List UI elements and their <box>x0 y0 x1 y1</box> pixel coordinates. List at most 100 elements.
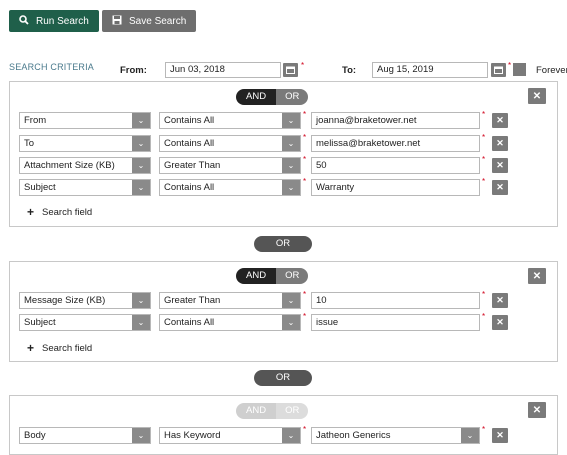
field-select[interactable]: To ⌄ <box>19 135 151 152</box>
close-icon[interactable]: ✕ <box>528 268 546 284</box>
field-select[interactable]: Message Size (KB) ⌄ <box>19 292 151 309</box>
run-search-label: Run Search <box>36 15 89 27</box>
from-date-label: From: <box>120 65 147 76</box>
operator-select[interactable]: Contains All ⌄ <box>159 314 301 331</box>
save-search-label: Save Search <box>129 15 187 27</box>
required-marker: * <box>301 61 305 70</box>
value-input-text: melissa@braketower.net <box>316 138 421 149</box>
or-connector[interactable]: OR <box>254 236 312 252</box>
required-marker: * <box>482 290 486 299</box>
chevron-down-icon: ⌄ <box>282 158 300 173</box>
add-search-field-button[interactable]: + Search field <box>27 341 92 355</box>
field-select[interactable]: Subject ⌄ <box>19 314 151 331</box>
to-date-label: To: <box>342 65 357 76</box>
operator-select[interactable]: Contains All ⌄ <box>159 179 301 196</box>
field-select-value: Attachment Size (KB) <box>24 160 115 171</box>
value-select[interactable]: Jatheon Generics ⌄ <box>311 427 480 444</box>
close-icon[interactable]: ✕ <box>492 180 508 195</box>
value-input[interactable]: joanna@braketower.net <box>311 112 480 129</box>
plus-icon: + <box>27 205 35 219</box>
operator-select[interactable]: Greater Than ⌄ <box>159 157 301 174</box>
to-date-input[interactable]: Aug 15, 2019 <box>372 62 488 78</box>
value-input-text: 50 <box>316 160 327 171</box>
forever-checkbox[interactable] <box>513 63 526 76</box>
required-marker: * <box>482 110 486 119</box>
field-select[interactable]: From ⌄ <box>19 112 151 129</box>
required-marker: * <box>303 290 307 299</box>
or-connector[interactable]: OR <box>254 370 312 386</box>
close-icon[interactable]: ✕ <box>492 136 508 151</box>
and-or-toggle[interactable]: AND OR <box>236 268 309 284</box>
operator-select[interactable]: Has Keyword ⌄ <box>159 427 301 444</box>
search-icon <box>19 14 29 28</box>
calendar-icon[interactable] <box>283 63 298 77</box>
operator-select-value: Has Keyword <box>164 430 221 441</box>
forever-label: Forever <box>536 65 567 76</box>
chevron-down-icon: ⌄ <box>132 293 150 308</box>
field-select-value: From <box>24 115 47 126</box>
value-input[interactable]: issue <box>311 314 480 331</box>
chevron-down-icon: ⌄ <box>282 113 300 128</box>
required-marker: * <box>482 133 486 142</box>
operator-select[interactable]: Contains All ⌄ <box>159 112 301 129</box>
add-search-field-button[interactable]: + Search field <box>27 205 92 219</box>
and-or-toggle[interactable]: AND OR <box>236 403 309 419</box>
and-or-toggle[interactable]: AND OR <box>236 89 309 105</box>
close-icon[interactable]: ✕ <box>528 402 546 418</box>
required-marker: * <box>482 425 486 434</box>
field-select-value: To <box>24 138 35 149</box>
close-icon[interactable]: ✕ <box>492 315 508 330</box>
value-input[interactable]: melissa@braketower.net <box>311 135 480 152</box>
save-icon <box>112 15 122 28</box>
save-search-button[interactable]: Save Search <box>102 10 197 32</box>
run-search-button[interactable]: Run Search <box>9 10 99 32</box>
required-marker: * <box>303 110 307 119</box>
close-icon[interactable]: ✕ <box>492 158 508 173</box>
close-icon[interactable]: ✕ <box>528 88 546 104</box>
and-option[interactable]: AND <box>236 89 277 105</box>
chevron-down-icon: ⌄ <box>132 315 150 330</box>
plus-icon: + <box>27 341 35 355</box>
chevron-down-icon: ⌄ <box>282 136 300 151</box>
value-input-text: issue <box>316 317 339 328</box>
field-select[interactable]: Subject ⌄ <box>19 179 151 196</box>
chevron-down-icon: ⌄ <box>132 180 150 195</box>
field-select[interactable]: Body ⌄ <box>19 427 151 444</box>
add-search-field-label: Search field <box>42 342 93 354</box>
chevron-down-icon: ⌄ <box>282 293 300 308</box>
operator-select[interactable]: Contains All ⌄ <box>159 135 301 152</box>
operator-select-value: Contains All <box>164 138 215 149</box>
operator-select-value: Greater Than <box>164 295 221 306</box>
or-option[interactable]: OR <box>276 403 309 419</box>
calendar-icon[interactable] <box>491 63 506 77</box>
value-select-text: Jatheon Generics <box>316 430 391 441</box>
and-option[interactable]: AND <box>236 268 277 284</box>
or-option[interactable]: OR <box>276 89 309 105</box>
chevron-down-icon: ⌄ <box>461 428 479 443</box>
close-icon[interactable]: ✕ <box>492 428 508 443</box>
close-icon[interactable]: ✕ <box>492 113 508 128</box>
required-marker: * <box>303 155 307 164</box>
operator-select-value: Contains All <box>164 317 215 328</box>
field-select-value: Message Size (KB) <box>24 295 106 306</box>
field-select-value: Subject <box>24 317 56 328</box>
operator-select-value: Greater Than <box>164 160 221 171</box>
operator-select[interactable]: Greater Than ⌄ <box>159 292 301 309</box>
chevron-down-icon: ⌄ <box>132 113 150 128</box>
chevron-down-icon: ⌄ <box>282 180 300 195</box>
and-option[interactable]: AND <box>236 403 277 419</box>
chevron-down-icon: ⌄ <box>132 158 150 173</box>
value-input[interactable]: 50 <box>311 157 480 174</box>
from-date-input[interactable]: Jun 03, 2018 <box>165 62 281 78</box>
required-marker: * <box>303 312 307 321</box>
value-input[interactable]: 10 <box>311 292 480 309</box>
field-select[interactable]: Attachment Size (KB) ⌄ <box>19 157 151 174</box>
required-marker: * <box>303 177 307 186</box>
operator-select-value: Contains All <box>164 182 215 193</box>
add-search-field-label: Search field <box>42 206 93 218</box>
or-option[interactable]: OR <box>276 268 309 284</box>
close-icon[interactable]: ✕ <box>492 293 508 308</box>
value-input[interactable]: Warranty <box>311 179 480 196</box>
operator-select-value: Contains All <box>164 115 215 126</box>
chevron-down-icon: ⌄ <box>132 136 150 151</box>
